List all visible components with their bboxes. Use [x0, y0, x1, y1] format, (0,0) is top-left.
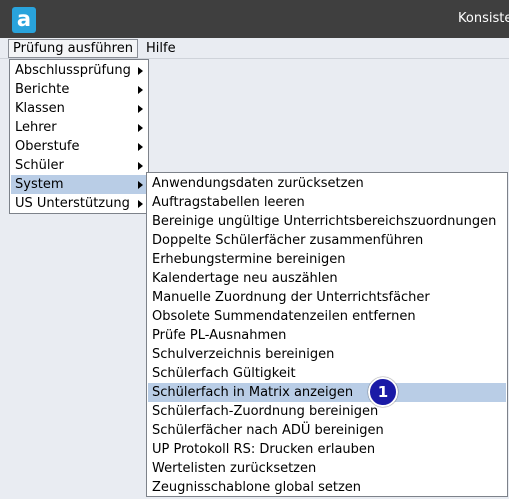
submenu-arrow-icon	[138, 200, 143, 208]
window-title: Konsiste	[458, 11, 509, 26]
app-logo-icon: a	[12, 7, 36, 33]
submenu-item-kalendertage[interactable]: Kalendertage neu auszählen	[148, 269, 506, 288]
submenu-item-up-protokoll-rs[interactable]: UP Protokoll RS: Drucken erlauben	[148, 440, 506, 459]
menu-item-klassen[interactable]: Klassen	[11, 99, 147, 118]
submenu-item-manuelle-zuordnung[interactable]: Manuelle Zuordnung der Unterrichtsfächer	[148, 288, 506, 307]
submenu-item-zeugnisschablone[interactable]: Zeugnisschablone global setzen	[148, 478, 506, 497]
system-submenu: Anwendungsdaten zurücksetzen Auftragstab…	[146, 172, 508, 497]
menu-item-label: Berichte	[15, 82, 70, 97]
menu-item-lehrer[interactable]: Lehrer	[11, 118, 147, 137]
submenu-item-obsolete-summendatenzeilen[interactable]: Obsolete Summendatenzeilen entfernen	[148, 307, 506, 326]
submenu-item-doppelte-schuelerfaecher[interactable]: Doppelte Schülerfächer zusammenführen	[148, 231, 506, 250]
submenu-arrow-icon	[138, 181, 143, 189]
submenu-arrow-icon	[138, 124, 143, 132]
submenu-item-schulverzeichnis[interactable]: Schulverzeichnis bereinigen	[148, 345, 506, 364]
submenu-arrow-icon	[138, 67, 143, 75]
submenu-arrow-icon	[138, 105, 143, 113]
menu-item-label: Abschlussprüfung	[15, 63, 131, 78]
menu-item-label: Lehrer	[15, 120, 57, 135]
menu-item-oberstufe[interactable]: Oberstufe	[11, 137, 147, 156]
menu-item-label: Oberstufe	[15, 139, 80, 154]
menu-bar: Prüfung ausführen Hilfe	[0, 38, 509, 59]
app-logo-letter: a	[16, 7, 32, 31]
submenu-arrow-icon	[138, 162, 143, 170]
submenu-item-wertelisten[interactable]: Wertelisten zurücksetzen	[148, 459, 506, 478]
menu-item-label: Schüler	[15, 158, 64, 173]
submenu-item-schuelerfach-matrix[interactable]: Schülerfach in Matrix anzeigen	[148, 383, 506, 402]
menu-item-berichte[interactable]: Berichte	[11, 80, 147, 99]
menu-pruefung-ausfuehren[interactable]: Prüfung ausführen	[8, 39, 138, 58]
menu-item-label: Klassen	[15, 101, 65, 116]
submenu-arrow-icon	[138, 86, 143, 94]
submenu-item-schuelerfaecher-adue[interactable]: Schülerfächer nach ADÜ bereinigen	[148, 421, 506, 440]
callout-badge-label: 1	[377, 383, 389, 401]
submenu-item-erhebungstermine[interactable]: Erhebungstermine bereinigen	[148, 250, 506, 269]
menu-item-label: System	[15, 177, 64, 192]
submenu-item-pruefe-pl-ausnahmen[interactable]: Prüfe PL-Ausnahmen	[148, 326, 506, 345]
submenu-arrow-icon	[138, 143, 143, 151]
menu-item-system[interactable]: System	[11, 175, 147, 194]
menu-item-label: US Unterstützung	[15, 196, 130, 211]
title-bar: a Konsiste	[0, 0, 509, 38]
submenu-item-schuelerfach-zuordnung[interactable]: Schülerfach-Zuordnung bereinigen	[148, 402, 506, 421]
submenu-item-auftragstabellen-leeren[interactable]: Auftragstabellen leeren	[148, 193, 506, 212]
menu-item-schueler[interactable]: Schüler	[11, 156, 147, 175]
callout-badge: 1	[368, 377, 398, 407]
submenu-item-anwendungsdaten-zuruecksetzen[interactable]: Anwendungsdaten zurücksetzen	[148, 174, 506, 193]
submenu-item-unterrichtsbereichszuordnungen[interactable]: Bereinige ungültige Unterrichtsbereichsz…	[148, 212, 506, 231]
menu-item-abschlusspruefung[interactable]: Abschlussprüfung	[11, 61, 147, 80]
pruefung-dropdown-menu: Abschlussprüfung Berichte Klassen Lehrer…	[9, 59, 149, 214]
submenu-item-schuelerfach-gueltigkeit[interactable]: Schülerfach Gültigkeit	[148, 364, 506, 383]
menu-item-us-unterstuetzung[interactable]: US Unterstützung	[11, 194, 147, 213]
menu-hilfe[interactable]: Hilfe	[141, 39, 181, 58]
